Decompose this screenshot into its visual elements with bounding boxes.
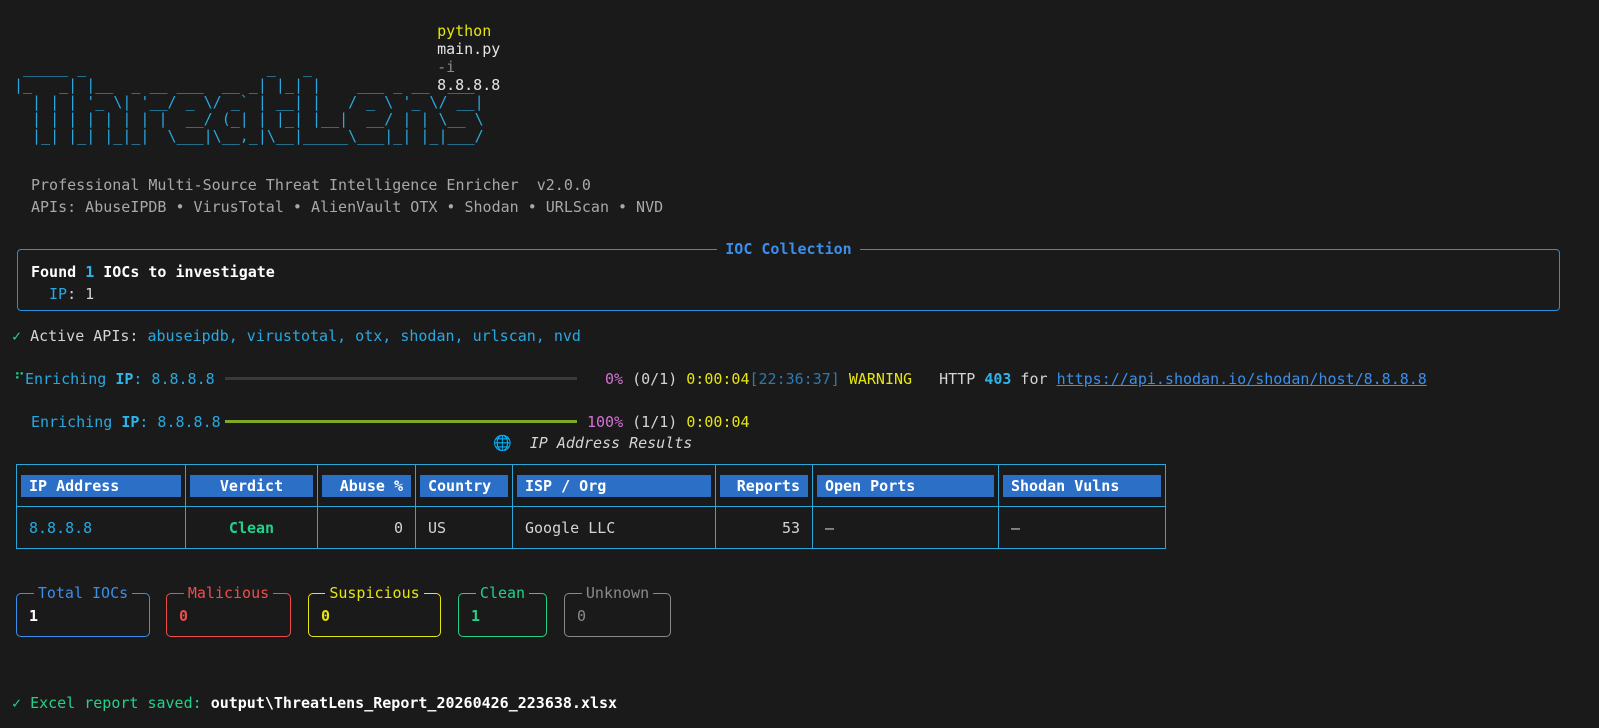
progress-1-count: (0/1) [632,370,678,388]
progress-1-label: ⠋Enriching IP: 8.8.8.8 [14,370,215,388]
active-apis-line: ✓ Active APIs: abuseipdb, virustotal, ot… [12,327,581,345]
spinner-icon: ⠋ [14,370,25,388]
found-suffix: IOCs to investigate [94,263,275,281]
report-saved-line: ✓ Excel report saved: output\ThreatLens_… [12,694,617,712]
summary-value: 0 [577,607,587,625]
results-title-text: IP Address Results [529,434,693,452]
progress-1-elapsed: 0:00:04 [686,370,750,388]
summary-label: Total IOCs [33,584,133,602]
http-prefix: HTTP [939,370,985,388]
column-header: Reports [715,464,813,507]
summary-card-total: Total IOCs 1 [16,584,150,637]
ioc-collection-panel: IOC Collection Found 1 IOCs to investiga… [17,240,1560,311]
progress-2-count: (1/1) [632,413,678,431]
cell-abuse: 0 [317,506,416,549]
command-script: main.py [437,40,501,58]
log-time: [22:36:37] [749,370,840,388]
summary-card-malicious: Malicious 0 [166,584,291,637]
http-code: 403 [984,370,1012,388]
ioc-type-label: IP [49,285,68,303]
cell-open-ports: — [812,506,999,549]
column-header: IP Address [16,464,186,507]
cell-reports: 53 [715,506,813,549]
shodan-url-link[interactable]: https://api.shodan.io/shodan/host/8.8.8.… [1057,370,1427,388]
column-header: Abuse % [317,464,416,507]
progress-2-percent: 100% [587,413,624,431]
log-level: WARNING [848,370,913,388]
cell-verdict: Clean [185,506,318,549]
http-for: for [1011,370,1057,388]
found-prefix: Found [31,263,86,281]
summary-value: 0 [179,607,189,625]
command-program: python [437,22,492,40]
progress-1-text: Enriching [25,370,116,388]
results-title: 🌐 IP Address Results [493,434,692,452]
cell-country: US [415,506,513,549]
progress-2-text: Enriching [31,413,122,431]
apis-line: APIs: AbuseIPDB • VirusTotal • AlienVaul… [31,198,664,216]
active-apis-label: Active APIs: [30,327,148,345]
ioc-type-value: : 1 [67,285,95,303]
check-icon: ✓ [12,327,22,345]
active-apis-list: abuseipdb, virustotal, otx, shodan, urls… [147,327,581,345]
column-header: Open Ports [812,464,999,507]
globe-icon: 🌐 [493,434,512,452]
progress-1-target: : 8.8.8.8 [133,370,215,388]
table-header-row: IP Address Verdict Abuse % Country ISP /… [16,464,1166,507]
cell-shodan-vulns: — [998,506,1166,549]
ioc-found-line: Found 1 IOCs to investigate [31,263,275,281]
summary-value: 1 [471,607,481,625]
progress-2-label: Enriching IP: 8.8.8.8 [31,413,221,431]
summary-value: 0 [321,607,331,625]
summary-label: Suspicious [325,584,424,602]
cell-isp: Google LLC [512,506,716,549]
progress-1-track [225,377,577,380]
table-row: 8.8.8.8 Clean 0 US Google LLC 53 — — [16,506,1166,549]
summary-value: 1 [29,607,39,625]
check-icon: ✓ [12,694,22,712]
progress-2-type: IP [121,413,140,431]
summary-card-clean: Clean 1 [458,584,547,637]
panel-title: IOC Collection [717,240,860,258]
summary-label: Clean [475,584,530,602]
found-count: 1 [85,263,95,281]
progress-1-type: IP [115,370,134,388]
ioc-type-line: IP: 1 [49,285,94,303]
progress-2-status: 100% (1/1) 0:00:04 [587,413,750,431]
ip-results-table: IP Address Verdict Abuse % Country ISP /… [16,464,1166,549]
report-path: output\ThreatLens_Report_20260426_223638… [210,694,618,712]
progress-1-percent: 0% [605,370,624,388]
progress-2-track [225,420,577,423]
summary-card-unknown: Unknown 0 [564,584,671,637]
summary-label: Unknown [581,584,654,602]
cell-ip: 8.8.8.8 [16,506,186,549]
summary-label: Malicious [183,584,274,602]
progress-2-target: : 8.8.8.8 [139,413,221,431]
report-label: Excel report saved: [30,694,211,712]
threatlens-banner: _____ _ _ _ |_ _| |__ _ __ ___ __ _| |_|… [14,59,484,145]
column-header: Verdict [185,464,318,507]
progress-2-fill [225,420,577,423]
progress-1-status: 0% (0/1) 0:00:04[22:36:37] WARNING HTTP … [605,370,1427,388]
app-subtitle: Professional Multi-Source Threat Intelli… [31,176,591,194]
column-header: Shodan Vulns [998,464,1166,507]
progress-2-elapsed: 0:00:04 [686,413,750,431]
column-header: Country [415,464,513,507]
column-header: ISP / Org [512,464,716,507]
summary-card-suspicious: Suspicious 0 [308,584,441,637]
